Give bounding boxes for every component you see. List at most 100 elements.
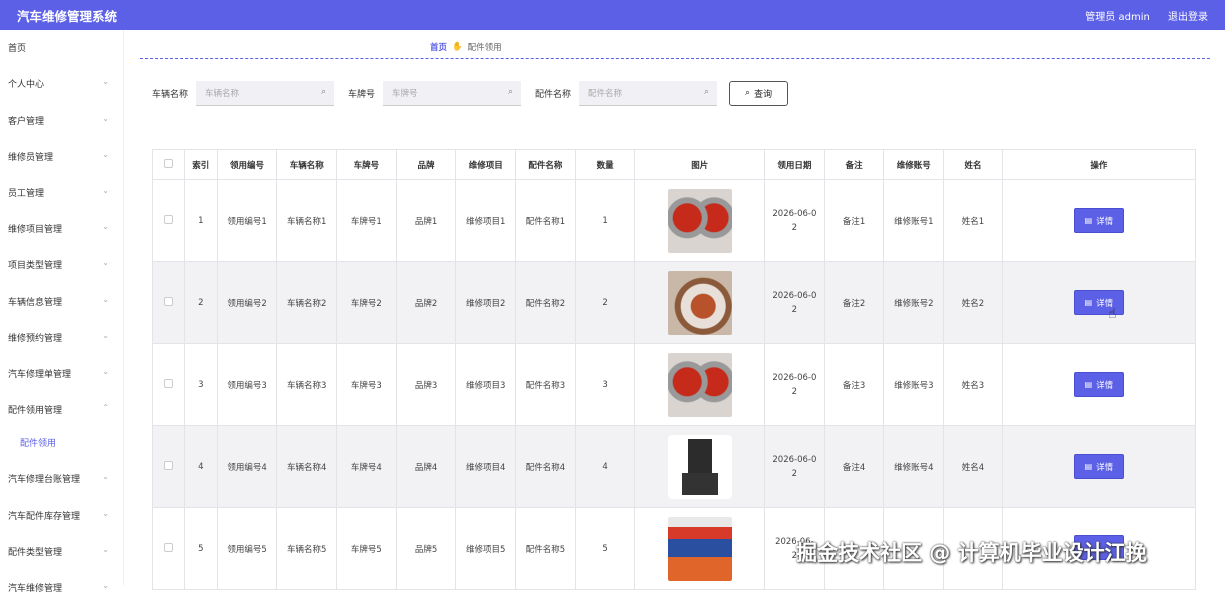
table-header-row: 索引 领用编号 车辆名称 车牌号 品牌 维修项目 配件名称 数量 图片 领用日期… xyxy=(152,149,1197,180)
sidebar-item-label: 汽车维修管理 xyxy=(8,583,63,594)
cell-item: 维修项目4 xyxy=(455,425,517,508)
part-image[interactable] xyxy=(667,188,732,253)
chevron-down-icon: ⌄ xyxy=(102,545,109,554)
date-line: 2 xyxy=(791,304,798,315)
sidebar-item[interactable]: 维修预约管理 ⌄ xyxy=(0,327,124,347)
column-header: 车牌号 xyxy=(336,149,397,180)
column-header: 车辆名称 xyxy=(276,149,338,180)
table-row: 1 领用编号1 车辆名称1 车牌号1 品牌1 维修项目1 配件名称1 1 2026-06-0 2 备… xyxy=(152,179,1197,262)
detail-button-label: 详情 xyxy=(1096,380,1114,391)
checkbox[interactable] xyxy=(163,460,173,470)
breadcrumb-home[interactable]: 首页 xyxy=(430,41,447,53)
sidebar-item[interactable]: 维修员管理 ⌄ xyxy=(0,146,124,166)
cell-item: 维修项目2 xyxy=(455,261,517,344)
document-icon: ▤ xyxy=(1084,462,1093,471)
cell-date: 2026-06-0 2 xyxy=(763,425,825,508)
detail-button-label: 详情 xyxy=(1096,216,1114,227)
checkbox[interactable] xyxy=(163,158,173,168)
column-header: 配件名称 xyxy=(515,149,576,180)
breadcrumb: 首页 ✋ 配件领用 xyxy=(430,41,502,53)
sidebar-item[interactable]: 汽车配件库存管理 ⌄ xyxy=(0,505,124,525)
search-label-car: 车辆名称 xyxy=(152,89,189,100)
part-image[interactable] xyxy=(667,434,732,499)
column-header: 操作 xyxy=(1001,149,1197,180)
row-select-cell[interactable] xyxy=(152,507,185,590)
cell-qty: 4 xyxy=(574,425,636,508)
sidebar-item[interactable]: 首页 xyxy=(0,37,124,57)
mouse-cursor-icon: ☝ xyxy=(1108,306,1117,322)
cell-date: 2026-06-0 2 xyxy=(763,343,825,426)
sidebar-item[interactable]: 汽车维修管理 ⌄ xyxy=(0,577,124,597)
search-input-part[interactable]: 配件名称 ⌕ xyxy=(579,80,718,106)
search-bar: 车辆名称 车辆名称 ⌕ 车牌号 车牌号 ⌕ 配件名称 配件名称 ⌕ ⌕ 查询 xyxy=(138,80,789,106)
search-icon: ⌕ xyxy=(507,86,514,97)
search-icon: ⌕ xyxy=(320,86,327,97)
row-select-cell[interactable] xyxy=(152,425,185,508)
search-placeholder-plate: 车牌号 xyxy=(392,88,418,99)
search-placeholder-part: 配件名称 xyxy=(588,88,623,99)
document-icon: ▤ xyxy=(1084,216,1093,225)
cell-action: ▤ 详情 xyxy=(1001,261,1197,344)
document-icon: ▤ xyxy=(1084,380,1093,389)
cell-date: 2026-06-0 2 xyxy=(763,261,825,344)
cell-code: 领用编号4 xyxy=(216,425,278,508)
sidebar-item[interactable]: 配件领用 xyxy=(0,432,124,452)
row-select-cell[interactable] xyxy=(152,261,185,344)
row-select-cell[interactable] xyxy=(152,343,185,426)
sidebar-item[interactable]: 车辆信息管理 ⌄ xyxy=(0,291,124,311)
table-row: 2 领用编号2 车辆名称2 车牌号2 品牌2 维修项目2 配件名称2 2 2026-06-0 2 备… xyxy=(152,261,1197,344)
cell-plate: 车牌号1 xyxy=(336,179,397,262)
sidebar-item[interactable]: 配件领用管理 ⌃ xyxy=(0,399,124,419)
part-image[interactable] xyxy=(667,270,732,335)
sidebar-item-label: 汽车配件库存管理 xyxy=(8,511,81,522)
sidebar-item[interactable]: 汽车修理单管理 ⌄ xyxy=(0,363,124,383)
sidebar-item-label: 配件类型管理 xyxy=(8,547,63,558)
cell-plate: 车牌号3 xyxy=(336,343,397,426)
sidebar-item[interactable]: 项目类型管理 ⌄ xyxy=(0,254,124,274)
search-input-plate[interactable]: 车牌号 ⌕ xyxy=(383,80,522,106)
chevron-down-icon: ⌄ xyxy=(102,77,109,86)
detail-button[interactable]: ▤ 详情 xyxy=(1073,454,1124,479)
detail-button[interactable]: ▤ 详情 xyxy=(1073,372,1124,397)
sidebar-item-label: 项目类型管理 xyxy=(8,260,63,271)
query-button[interactable]: ⌕ 查询 xyxy=(729,80,789,106)
part-image[interactable] xyxy=(667,516,732,581)
sidebar-item[interactable]: 汽车修理台账管理 ⌄ xyxy=(0,468,124,488)
sidebar-item[interactable]: 客户管理 ⌄ xyxy=(0,110,124,130)
cell-part: 配件名称4 xyxy=(515,425,576,508)
sidebar-item[interactable]: 维修项目管理 ⌄ xyxy=(0,218,124,238)
date-line: 2 xyxy=(791,386,798,397)
chevron-down-icon: ⌄ xyxy=(102,222,109,231)
checkbox[interactable] xyxy=(163,214,173,224)
chevron-down-icon: ⌄ xyxy=(102,331,109,340)
date-line: 2 xyxy=(791,468,798,479)
select-all-cell[interactable] xyxy=(152,149,185,180)
checkbox[interactable] xyxy=(163,296,173,306)
header-right: 管理员 admin 退出登录 xyxy=(1070,8,1208,23)
cell-account: 维修账号1 xyxy=(883,179,945,262)
search-label-part: 配件名称 xyxy=(535,89,572,100)
row-select-cell[interactable] xyxy=(152,179,185,262)
sidebar-item-label: 汽车修理单管理 xyxy=(8,369,72,380)
cell-car: 车辆名称2 xyxy=(276,261,338,344)
checkbox[interactable] xyxy=(163,378,173,388)
sidebar-item[interactable]: 个人中心 ⌄ xyxy=(0,73,124,93)
sidebar-item[interactable]: 配件类型管理 ⌄ xyxy=(0,541,124,561)
cell-index: 2 xyxy=(183,261,218,344)
search-icon: ⌕ xyxy=(704,86,710,97)
search-input-car[interactable]: 车辆名称 ⌕ xyxy=(196,80,335,106)
cell-car: 车辆名称5 xyxy=(276,507,338,590)
cell-part: 配件名称5 xyxy=(515,507,576,590)
cell-image xyxy=(634,425,765,508)
sidebar-item[interactable]: 员工管理 ⌄ xyxy=(0,182,124,202)
checkbox[interactable] xyxy=(163,542,173,552)
chevron-down-icon: ⌄ xyxy=(102,509,109,518)
column-header: 品牌 xyxy=(395,149,457,180)
column-header: 备注 xyxy=(823,149,885,180)
detail-button[interactable]: ▤ 详情 xyxy=(1073,208,1124,233)
cell-qty: 1 xyxy=(574,179,636,262)
logout-link[interactable]: 退出登录 xyxy=(1168,12,1208,23)
part-image[interactable] xyxy=(667,352,732,417)
document-icon: ▤ xyxy=(1084,298,1093,307)
cell-name: 姓名1 xyxy=(943,179,1003,262)
